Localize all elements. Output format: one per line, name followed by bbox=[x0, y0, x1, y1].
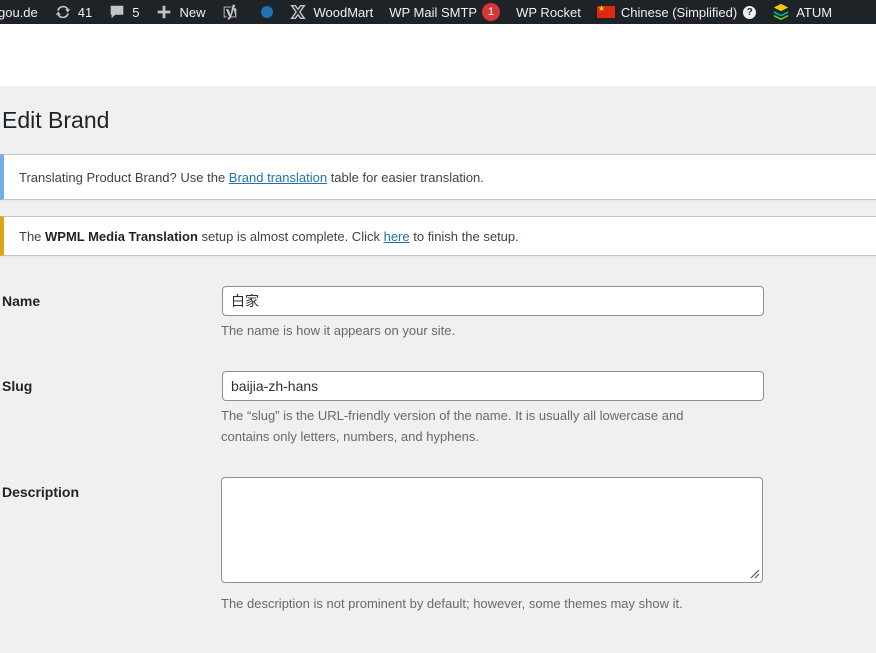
name-help-text: The name is how it appears on your site. bbox=[221, 323, 456, 338]
notice-text-after: to finish the setup. bbox=[409, 228, 519, 244]
brand-translation-notice: Translating Product Brand? Use the Brand… bbox=[0, 154, 876, 200]
wp-mail-smtp-menu[interactable]: WP Mail SMTP 1 bbox=[381, 0, 508, 24]
name-label: Name bbox=[2, 293, 41, 309]
slug-label: Slug bbox=[2, 378, 33, 394]
notice-text-before: Translating Product Brand? Use the bbox=[19, 169, 229, 185]
comments-menu[interactable]: 5 bbox=[100, 0, 147, 24]
notice-text-after: table for easier translation. bbox=[327, 169, 484, 185]
finish-setup-link[interactable]: here bbox=[384, 229, 410, 244]
woodmart-menu[interactable]: WoodMart bbox=[281, 0, 381, 24]
new-label: New bbox=[179, 4, 206, 20]
comments-count: 5 bbox=[132, 4, 140, 20]
description-help-text: The description is not prominent by defa… bbox=[221, 596, 683, 611]
wp-rocket-label: WP Rocket bbox=[516, 4, 581, 20]
wp-rocket-menu[interactable]: WP Rocket bbox=[508, 0, 589, 24]
yoast-icon bbox=[221, 3, 239, 21]
notice-text: The WPML Media Translation setup is almo… bbox=[19, 229, 519, 244]
plus-icon bbox=[155, 3, 173, 21]
updates-count: 41 bbox=[77, 4, 93, 20]
comment-icon bbox=[108, 3, 126, 21]
updates-menu[interactable]: 41 bbox=[46, 0, 100, 24]
new-content-menu[interactable]: New bbox=[147, 0, 213, 24]
name-input[interactable] bbox=[222, 286, 764, 316]
language-label: Chinese (Simplified) bbox=[620, 4, 738, 20]
site-name-link[interactable]: gou.de bbox=[0, 0, 46, 24]
china-flag-icon bbox=[596, 4, 615, 18]
wpml-media-notice: The WPML Media Translation setup is almo… bbox=[0, 216, 876, 256]
description-label: Description bbox=[2, 484, 80, 500]
description-textarea[interactable] bbox=[221, 477, 763, 583]
brand-translation-link[interactable]: Brand translation bbox=[229, 170, 327, 185]
wp-mail-smtp-label: WP Mail SMTP bbox=[389, 4, 478, 20]
notice-text-middle: setup is almost complete. Click bbox=[197, 228, 384, 244]
smtp-notification-badge: 1 bbox=[482, 3, 501, 21]
woodmart-label: WoodMart bbox=[313, 4, 374, 20]
slug-input[interactable] bbox=[222, 371, 764, 401]
slug-help-text: The “slug” is the URL-friendly version o… bbox=[221, 408, 684, 444]
refresh-icon bbox=[54, 3, 72, 21]
notice-text: Translating Product Brand? Use the Brand… bbox=[19, 170, 484, 185]
admin-bar: gou.de 41 5 New WoodMart WP Mail SMTP 1 bbox=[0, 0, 876, 24]
status-indicator[interactable] bbox=[253, 0, 281, 24]
woodmart-icon bbox=[289, 3, 307, 21]
notice-text-before: The bbox=[19, 228, 46, 244]
resize-handle-icon[interactable] bbox=[748, 567, 760, 579]
atum-menu[interactable]: ATUM bbox=[764, 0, 840, 24]
help-icon[interactable]: ? bbox=[743, 5, 757, 19]
status-dot-icon bbox=[261, 6, 274, 18]
atum-label: ATUM bbox=[796, 4, 833, 20]
yoast-menu[interactable] bbox=[213, 0, 253, 24]
language-switcher[interactable]: Chinese (Simplified) ? bbox=[589, 0, 764, 24]
header-strip bbox=[0, 24, 876, 86]
atum-stack-icon bbox=[772, 3, 790, 21]
wpml-media-translation-strong: WPML Media Translation bbox=[45, 228, 198, 244]
page-title: Edit Brand bbox=[2, 107, 110, 133]
